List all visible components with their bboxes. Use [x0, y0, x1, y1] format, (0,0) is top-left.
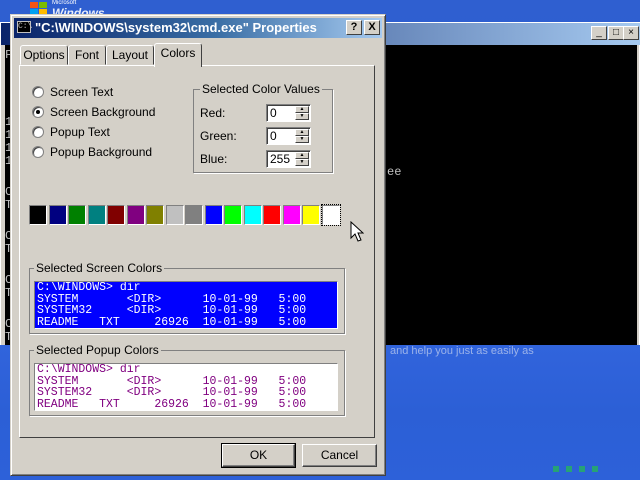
radio-button[interactable] — [32, 126, 44, 138]
green-spinner[interactable]: 0 ▲ ▼ — [266, 127, 311, 145]
screen-colors-group: Selected Screen Colors C:\WINDOWS> dir SY… — [29, 261, 345, 334]
mouse-cursor-icon — [350, 221, 364, 242]
preview-line: README TXT 26926 10-01-99 5:00 — [37, 315, 307, 329]
color-swatch[interactable] — [107, 205, 125, 225]
color-palette — [29, 204, 347, 227]
color-swatch[interactable] — [204, 205, 223, 225]
tab-layout[interactable]: Layout — [106, 45, 154, 65]
color-swatch[interactable] — [29, 205, 47, 225]
red-value: 0 — [270, 106, 277, 120]
color-swatch[interactable] — [87, 205, 106, 225]
color-swatch[interactable] — [68, 205, 86, 225]
red-spinner[interactable]: 0 ▲ ▼ — [266, 104, 311, 122]
console-minimize-button[interactable]: _ — [591, 26, 607, 40]
color-swatch[interactable] — [282, 205, 301, 225]
cmd-icon: C:\ — [17, 21, 33, 33]
colors-panel: Screen Text Screen Background Popup Text… — [19, 65, 375, 438]
console-text-fragment: ee — [387, 165, 402, 179]
radio-label: Screen Text — [50, 85, 114, 99]
color-swatch[interactable] — [48, 205, 67, 225]
dialog-title: "C:\WINDOWS\system32\cmd.exe" Properties — [35, 20, 317, 35]
spin-down-icon[interactable]: ▼ — [295, 113, 309, 120]
radio-button[interactable] — [32, 146, 44, 158]
preview-line: README TXT 26926 10-01-99 5:00 — [37, 397, 307, 411]
red-label: Red: — [200, 106, 226, 120]
preview-line: SYSTEM32 <DIR> 10-01-99 5:00 — [37, 304, 307, 317]
radio-button[interactable] — [32, 86, 44, 98]
screen-colors-preview: C:\WINDOWS> dir SYSTEM <DIR> 10-01-99 5:0… — [34, 281, 338, 329]
tab-options[interactable]: Options — [20, 45, 68, 65]
close-button[interactable]: X — [364, 20, 380, 35]
group-title: Selected Screen Colors — [34, 261, 165, 275]
blue-label: Blue: — [200, 152, 228, 166]
color-swatch[interactable] — [126, 205, 145, 225]
color-swatch[interactable] — [263, 205, 281, 225]
green-value: 0 — [270, 129, 277, 143]
console-close-button[interactable]: × — [623, 26, 639, 40]
radio-label: Popup Background — [50, 145, 153, 159]
help-button[interactable]: ? — [346, 20, 362, 35]
color-swatch[interactable] — [165, 205, 184, 225]
color-swatch[interactable] — [302, 205, 320, 225]
spin-up-icon[interactable]: ▲ — [295, 106, 309, 113]
popup-colors-group: Selected Popup Colors C:\WINDOWS> dir SYS… — [29, 343, 345, 416]
spin-up-icon[interactable]: ▲ — [295, 152, 309, 159]
cancel-button[interactable]: Cancel — [302, 444, 377, 467]
desktop-caption: and help you just as easily as — [390, 345, 534, 357]
radio-label: Screen Background — [50, 105, 156, 119]
console-maximize-button[interactable]: □ — [608, 26, 624, 40]
color-swatch[interactable] — [224, 205, 242, 225]
group-title: Selected Color Values — [200, 82, 322, 96]
radio-button[interactable] — [32, 106, 44, 118]
spin-down-icon[interactable]: ▼ — [295, 159, 309, 166]
color-swatch[interactable] — [320, 204, 341, 226]
blue-spinner[interactable]: 255 ▲ ▼ — [266, 150, 311, 168]
group-title: Selected Popup Colors — [34, 343, 161, 357]
color-swatch[interactable] — [185, 205, 203, 225]
green-label: Green: — [200, 129, 237, 143]
popup-colors-preview: C:\WINDOWS> dir SYSTEM <DIR> 10-01-99 5:0… — [34, 363, 338, 411]
dialog-titlebar[interactable]: C:\ "C:\WINDOWS\system32\cmd.exe" Proper… — [14, 18, 382, 38]
radio-label: Popup Text — [50, 125, 110, 139]
progress-dots — [553, 461, 613, 472]
tab-font[interactable]: Font — [68, 45, 106, 65]
ok-button[interactable]: OK — [221, 443, 296, 468]
preview-line: C:\WINDOWS> dir — [37, 363, 141, 376]
color-swatch[interactable] — [243, 205, 262, 225]
tab-colors[interactable]: Colors — [154, 43, 202, 67]
color-swatch[interactable] — [146, 205, 164, 225]
blue-value: 255 — [270, 152, 291, 166]
properties-dialog: C:\ "C:\WINDOWS\system32\cmd.exe" Proper… — [10, 14, 386, 476]
preview-line: SYSTEM32 <DIR> 10-01-99 5:00 — [37, 386, 307, 399]
color-values-group: Selected Color Values Red: 0 ▲ ▼ Green: 0… — [193, 82, 333, 173]
preview-line: C:\WINDOWS> dir — [37, 281, 141, 294]
spin-up-icon[interactable]: ▲ — [295, 129, 309, 136]
spin-down-icon[interactable]: ▼ — [295, 136, 309, 143]
